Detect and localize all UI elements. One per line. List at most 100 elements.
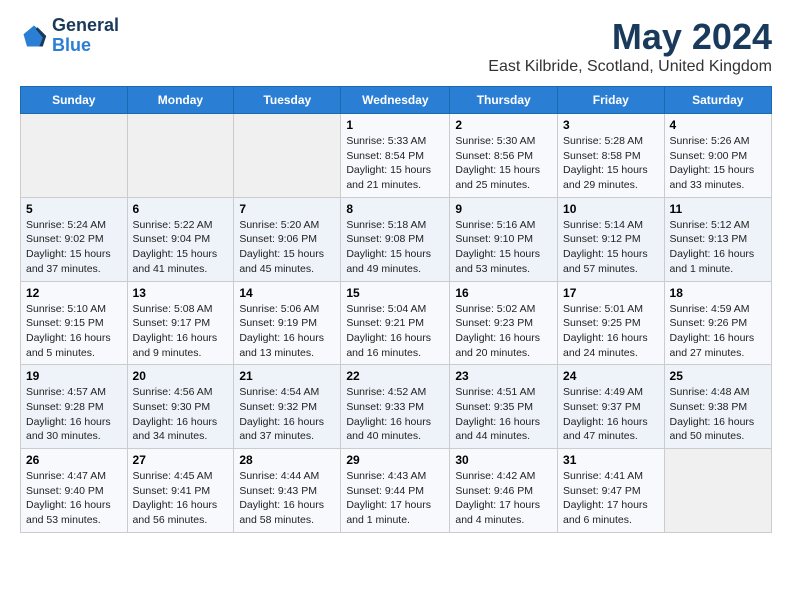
calendar-cell: 6 Sunrise: 5:22 AM Sunset: 9:04 PM Daylig… <box>127 197 234 281</box>
day-number: 9 <box>455 202 552 216</box>
day-info: Sunrise: 4:49 AM Sunset: 9:37 PM Dayligh… <box>563 385 659 444</box>
calendar-week-4: 19 Sunrise: 4:57 AM Sunset: 9:28 PM Dayli… <box>21 365 772 449</box>
calendar-table: Sunday Monday Tuesday Wednesday Thursday… <box>20 86 772 533</box>
day-number: 21 <box>239 369 335 383</box>
calendar-cell: 14Sunrise: 5:06 AM Sunset: 9:19 PM Dayli… <box>234 281 341 365</box>
day-info: Sunrise: 5:06 AM Sunset: 9:19 PM Dayligh… <box>239 302 335 361</box>
header-monday: Monday <box>127 87 234 114</box>
day-number: 5 <box>26 202 122 216</box>
day-info: Sunrise: 5:04 AM Sunset: 9:21 PM Dayligh… <box>346 302 444 361</box>
day-info: Sunrise: 5:20 AM Sunset: 9:06 PM Dayligh… <box>239 218 335 277</box>
day-info: Sunrise: 4:59 AM Sunset: 9:26 PM Dayligh… <box>670 302 766 361</box>
calendar-cell: 4 Sunrise: 5:26 AM Sunset: 9:00 PM Daylig… <box>664 114 771 198</box>
calendar-cell: 27 Sunrise: 4:45 AM Sunset: 9:41 PM Dayli… <box>127 449 234 533</box>
calendar-cell: 19 Sunrise: 4:57 AM Sunset: 9:28 PM Dayli… <box>21 365 128 449</box>
day-info: Sunrise: 4:43 AM Sunset: 9:44 PM Dayligh… <box>346 469 444 528</box>
calendar-cell: 12Sunrise: 5:10 AM Sunset: 9:15 PM Dayli… <box>21 281 128 365</box>
day-number: 12 <box>26 286 122 300</box>
day-info: Sunrise: 5:22 AM Sunset: 9:04 PM Dayligh… <box>133 218 229 277</box>
calendar-week-2: 5Sunrise: 5:24 AM Sunset: 9:02 PM Daylig… <box>21 197 772 281</box>
calendar-cell: 20Sunrise: 4:56 AM Sunset: 9:30 PM Dayli… <box>127 365 234 449</box>
calendar-cell <box>234 114 341 198</box>
day-number: 19 <box>26 369 122 383</box>
day-info: Sunrise: 4:41 AM Sunset: 9:47 PM Dayligh… <box>563 469 659 528</box>
calendar-cell: 23 Sunrise: 4:51 AM Sunset: 9:35 PM Dayli… <box>450 365 558 449</box>
calendar-cell: 16Sunrise: 5:02 AM Sunset: 9:23 PM Dayli… <box>450 281 558 365</box>
day-number: 4 <box>670 118 766 132</box>
calendar-cell: 9Sunrise: 5:16 AM Sunset: 9:10 PM Daylig… <box>450 197 558 281</box>
day-number: 15 <box>346 286 444 300</box>
page-header: General Blue May 2024 East Kilbride, Sco… <box>20 16 772 76</box>
day-number: 31 <box>563 453 659 467</box>
header-row: Sunday Monday Tuesday Wednesday Thursday… <box>21 87 772 114</box>
day-info: Sunrise: 5:28 AM Sunset: 8:58 PM Dayligh… <box>563 134 659 193</box>
month-title: May 2024 <box>488 16 772 58</box>
day-number: 22 <box>346 369 444 383</box>
header-tuesday: Tuesday <box>234 87 341 114</box>
day-number: 16 <box>455 286 552 300</box>
calendar-cell: 17Sunrise: 5:01 AM Sunset: 9:25 PM Dayli… <box>558 281 665 365</box>
calendar-cell: 25Sunrise: 4:48 AM Sunset: 9:38 PM Dayli… <box>664 365 771 449</box>
day-info: Sunrise: 4:56 AM Sunset: 9:30 PM Dayligh… <box>133 385 229 444</box>
day-number: 1 <box>346 118 444 132</box>
logo-line2: Blue <box>52 36 119 56</box>
calendar-cell: 7Sunrise: 5:20 AM Sunset: 9:06 PM Daylig… <box>234 197 341 281</box>
header-saturday: Saturday <box>664 87 771 114</box>
calendar-cell: 1 Sunrise: 5:33 AM Sunset: 8:54 PM Daylig… <box>341 114 450 198</box>
calendar-cell <box>21 114 128 198</box>
day-number: 28 <box>239 453 335 467</box>
day-info: Sunrise: 4:47 AM Sunset: 9:40 PM Dayligh… <box>26 469 122 528</box>
day-number: 6 <box>133 202 229 216</box>
calendar-week-3: 12Sunrise: 5:10 AM Sunset: 9:15 PM Dayli… <box>21 281 772 365</box>
day-info: Sunrise: 5:08 AM Sunset: 9:17 PM Dayligh… <box>133 302 229 361</box>
calendar-cell: 30Sunrise: 4:42 AM Sunset: 9:46 PM Dayli… <box>450 449 558 533</box>
calendar-cell: 31 Sunrise: 4:41 AM Sunset: 9:47 PM Dayli… <box>558 449 665 533</box>
calendar-cell <box>664 449 771 533</box>
calendar-cell: 13Sunrise: 5:08 AM Sunset: 9:17 PM Dayli… <box>127 281 234 365</box>
calendar-week-5: 26 Sunrise: 4:47 AM Sunset: 9:40 PM Dayli… <box>21 449 772 533</box>
day-number: 3 <box>563 118 659 132</box>
calendar-cell: 2 Sunrise: 5:30 AM Sunset: 8:56 PM Daylig… <box>450 114 558 198</box>
day-info: Sunrise: 5:18 AM Sunset: 9:08 PM Dayligh… <box>346 218 444 277</box>
header-friday: Friday <box>558 87 665 114</box>
day-info: Sunrise: 4:44 AM Sunset: 9:43 PM Dayligh… <box>239 469 335 528</box>
calendar-cell: 18 Sunrise: 4:59 AM Sunset: 9:26 PM Dayli… <box>664 281 771 365</box>
calendar-cell: 5Sunrise: 5:24 AM Sunset: 9:02 PM Daylig… <box>21 197 128 281</box>
title-block: May 2024 East Kilbride, Scotland, United… <box>488 16 772 76</box>
header-wednesday: Wednesday <box>341 87 450 114</box>
calendar-cell: 3 Sunrise: 5:28 AM Sunset: 8:58 PM Daylig… <box>558 114 665 198</box>
calendar-header: Sunday Monday Tuesday Wednesday Thursday… <box>21 87 772 114</box>
day-number: 2 <box>455 118 552 132</box>
header-thursday: Thursday <box>450 87 558 114</box>
calendar-cell: 26 Sunrise: 4:47 AM Sunset: 9:40 PM Dayli… <box>21 449 128 533</box>
day-info: Sunrise: 5:30 AM Sunset: 8:56 PM Dayligh… <box>455 134 552 193</box>
day-info: Sunrise: 5:12 AM Sunset: 9:13 PM Dayligh… <box>670 218 766 277</box>
calendar-cell: 28 Sunrise: 4:44 AM Sunset: 9:43 PM Dayli… <box>234 449 341 533</box>
day-info: Sunrise: 5:26 AM Sunset: 9:00 PM Dayligh… <box>670 134 766 193</box>
day-number: 29 <box>346 453 444 467</box>
calendar-cell: 22 Sunrise: 4:52 AM Sunset: 9:33 PM Dayli… <box>341 365 450 449</box>
day-number: 26 <box>26 453 122 467</box>
day-number: 23 <box>455 369 552 383</box>
day-info: Sunrise: 5:14 AM Sunset: 9:12 PM Dayligh… <box>563 218 659 277</box>
day-info: Sunrise: 5:33 AM Sunset: 8:54 PM Dayligh… <box>346 134 444 193</box>
day-info: Sunrise: 4:57 AM Sunset: 9:28 PM Dayligh… <box>26 385 122 444</box>
header-sunday: Sunday <box>21 87 128 114</box>
day-number: 27 <box>133 453 229 467</box>
day-info: Sunrise: 4:54 AM Sunset: 9:32 PM Dayligh… <box>239 385 335 444</box>
calendar-body: 1 Sunrise: 5:33 AM Sunset: 8:54 PM Daylig… <box>21 114 772 533</box>
location-title: East Kilbride, Scotland, United Kingdom <box>488 58 772 76</box>
day-info: Sunrise: 4:51 AM Sunset: 9:35 PM Dayligh… <box>455 385 552 444</box>
day-info: Sunrise: 4:42 AM Sunset: 9:46 PM Dayligh… <box>455 469 552 528</box>
day-number: 18 <box>670 286 766 300</box>
calendar-cell <box>127 114 234 198</box>
calendar-cell: 24Sunrise: 4:49 AM Sunset: 9:37 PM Dayli… <box>558 365 665 449</box>
day-number: 10 <box>563 202 659 216</box>
day-number: 8 <box>346 202 444 216</box>
logo-line1: General <box>52 16 119 36</box>
day-info: Sunrise: 4:45 AM Sunset: 9:41 PM Dayligh… <box>133 469 229 528</box>
calendar-cell: 15 Sunrise: 5:04 AM Sunset: 9:21 PM Dayli… <box>341 281 450 365</box>
day-info: Sunrise: 4:52 AM Sunset: 9:33 PM Dayligh… <box>346 385 444 444</box>
calendar-cell: 8 Sunrise: 5:18 AM Sunset: 9:08 PM Daylig… <box>341 197 450 281</box>
day-number: 25 <box>670 369 766 383</box>
